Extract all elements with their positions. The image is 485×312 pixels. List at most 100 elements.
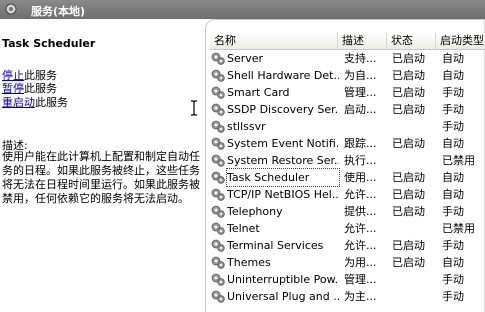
service-description-cell: 启动... (344, 103, 377, 116)
service-startup-type: 自动 (442, 52, 464, 65)
service-description-cell: 提供... (344, 205, 377, 218)
service-row[interactable]: stllssvr 手动 (210, 118, 485, 135)
service-gear-icon (211, 103, 225, 116)
service-name: stllssvr (227, 120, 266, 133)
service-name: System Event Notifi... (227, 137, 339, 150)
service-startup-type: 已禁用 (442, 154, 475, 167)
service-status: 已启动 (392, 86, 425, 99)
service-name: Themes (227, 256, 271, 269)
service-gear-icon (211, 120, 225, 133)
column-header-name[interactable]: 名称 (210, 33, 338, 49)
service-gear-icon (211, 86, 225, 99)
service-status: 已启动 (392, 205, 425, 218)
service-description-cell: 支持... (344, 52, 377, 65)
service-startup-type: 自动 (442, 69, 464, 82)
service-startup-type: 手动 (442, 290, 464, 303)
service-row[interactable]: Smart Card 管理... 已启动 手动 (210, 84, 485, 101)
service-row[interactable]: Uninterruptible Pow... 管理... 手动 (210, 271, 485, 288)
service-description-cell: 为自... (344, 69, 377, 82)
column-header-status[interactable]: 状态 (387, 33, 436, 49)
service-gear-icon (211, 205, 225, 218)
service-name: TCP/IP NetBIOS Hel... (227, 188, 339, 201)
restart-service-suffix: 此服务 (35, 96, 68, 109)
service-row[interactable]: Terminal Services 允许... 已启动 手动 (210, 237, 485, 254)
service-status (392, 152, 436, 169)
service-row[interactable]: Task Scheduler 使用... 已启动 自动 (210, 168, 485, 187)
service-row[interactable]: System Event Notifi... 跟踪... 已启动 自动 (210, 135, 485, 152)
list-header: 名称 描述 状态 启动类型 (210, 33, 485, 50)
service-status: 已启动 (392, 137, 425, 150)
service-startup-type: 自动 (442, 256, 464, 269)
service-name: Telephony (227, 205, 283, 218)
window-title: 服务(本地) (31, 5, 86, 18)
service-gear-icon (211, 290, 225, 303)
service-row[interactable]: SSDP Discovery Ser... 启动... 已启动 手动 (210, 101, 485, 118)
service-gear-icon (211, 171, 225, 184)
service-description-cell: 允许... (344, 222, 377, 235)
service-startup-type: 已禁用 (442, 222, 475, 235)
service-description-cell (344, 118, 390, 135)
services-gear-icon (5, 3, 17, 15)
service-description-cell: 管理... (344, 273, 377, 286)
restart-service-action: 重启动此服务 (2, 94, 68, 110)
service-gear-icon (211, 256, 225, 269)
service-description-cell: 管理... (344, 86, 377, 99)
service-description-cell: 为用... (344, 256, 377, 269)
service-startup-type: 自动 (442, 188, 464, 201)
service-name: Terminal Services (227, 239, 324, 252)
service-startup-type: 手动 (442, 273, 464, 286)
service-status: 已启动 (392, 103, 425, 116)
selected-service-name: Task Scheduler (2, 37, 96, 50)
service-gear-icon (211, 222, 225, 235)
service-name: Universal Plug and ... (227, 290, 339, 303)
service-row[interactable]: Shell Hardware Det... 为自... 已启动 自动 (210, 67, 485, 84)
service-description-cell: 为主... (344, 290, 377, 303)
service-startup-type: 手动 (442, 205, 464, 218)
service-status: 已启动 (392, 52, 425, 65)
service-description-cell: 允许... (344, 239, 377, 252)
service-row[interactable]: Telephony 提供... 已启动 手动 (210, 203, 485, 220)
service-row[interactable]: System Restore Ser... 执行... 已禁用 (210, 152, 485, 169)
service-row[interactable]: Universal Plug and ... 为主... 手动 (210, 288, 485, 305)
column-header-startup-type[interactable]: 启动类型 (436, 33, 485, 49)
service-status: 已启动 (392, 256, 425, 269)
service-row[interactable]: TCP/IP NetBIOS Hel... 允许... 已启动 自动 (210, 186, 485, 203)
service-startup-type: 自动 (442, 137, 464, 150)
service-name: Server (227, 52, 264, 65)
service-name: Shell Hardware Det... (227, 69, 339, 82)
ibeam-cursor-icon (191, 100, 197, 116)
service-description-cell: 执行... (344, 154, 377, 167)
column-header-description[interactable]: 描述 (338, 33, 387, 49)
service-name: Telnet (227, 222, 260, 235)
service-row[interactable]: Telnet 允许... 已禁用 (210, 220, 485, 237)
service-description: 使用户能在此计算机上配置和制定自动任务的日程。如果此服务被终止，这些任务将无法在… (2, 150, 200, 205)
service-row[interactable]: Themes 为用... 已启动 自动 (210, 254, 485, 271)
service-gear-icon (211, 137, 225, 150)
service-row[interactable]: Server 支持... 已启动 自动 (210, 50, 485, 67)
service-description-cell: 允许... (344, 188, 377, 201)
service-description-cell: 使用... (344, 171, 377, 184)
service-status (392, 118, 436, 135)
service-status: 已启动 (392, 188, 425, 201)
service-name: SSDP Discovery Ser... (227, 103, 339, 116)
service-detail-pane: Task Scheduler 停止此服务 暂停此服务 重启动此服务 描述: 使用… (0, 19, 205, 312)
service-name: Task Scheduler (226, 168, 340, 187)
service-startup-type: 手动 (442, 120, 464, 133)
service-gear-icon (211, 154, 225, 167)
service-status: 已启动 (392, 239, 425, 252)
restart-service-link[interactable]: 重启动 (2, 96, 35, 109)
service-name: System Restore Ser... (227, 154, 339, 167)
service-status: 已启动 (392, 69, 425, 82)
service-startup-type: 手动 (442, 103, 464, 116)
service-status (392, 288, 436, 305)
service-startup-type: 手动 (442, 86, 464, 99)
service-name: Uninterruptible Pow... (227, 273, 339, 286)
service-startup-type: 自动 (442, 171, 464, 184)
service-gear-icon (211, 188, 225, 201)
service-gear-icon (211, 52, 225, 65)
service-gear-icon (211, 273, 225, 286)
service-gear-icon (211, 239, 225, 252)
service-status (392, 271, 436, 288)
service-status: 已启动 (392, 171, 425, 184)
service-gear-icon (211, 69, 225, 82)
